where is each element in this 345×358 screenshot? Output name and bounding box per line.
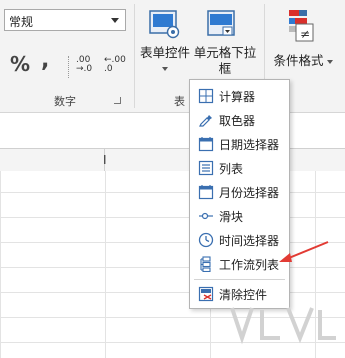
annotation-arrow — [279, 241, 329, 262]
svg-text:≠: ≠ — [300, 27, 310, 41]
percent-button[interactable]: % — [10, 52, 30, 76]
cell-dropdown-label-line1: 单元格下拉 — [193, 45, 257, 60]
menu-item-date-picker[interactable]: 日期选择器 — [190, 132, 289, 156]
cell-dropdown-label-line2: 框 — [218, 61, 232, 76]
calendar-icon — [198, 137, 214, 152]
divider — [68, 56, 70, 78]
conditional-format-text: 条件格式 — [273, 53, 324, 68]
color-picker-icon — [199, 115, 212, 127]
list-icon — [198, 160, 214, 176]
form-control-icon — [149, 10, 180, 39]
number-format-select[interactable]: 常规 — [4, 9, 126, 31]
conditional-format-label: 条件格式 — [272, 52, 334, 69]
conditional-format-button[interactable]: ≠ 条件格式 — [270, 4, 334, 76]
menu-item-label: 月份选择器 — [219, 186, 280, 200]
increase-decimal-bottom: →.0 — [76, 64, 93, 74]
menu-item-label: 日期选择器 — [219, 138, 280, 152]
slider-icon — [199, 212, 213, 220]
chevron-down-icon — [326, 59, 333, 64]
conditional-format-icon: ≠ — [289, 10, 314, 42]
group-divider — [134, 4, 135, 108]
decrease-decimal-button[interactable]: ←.00 .0 — [104, 56, 126, 74]
form-controls-menu: 计算器 取色器 日期选择器 列表 月份选择器 滑块 时间选择器 工作流列表 清除… — [189, 79, 290, 309]
calculator-icon — [198, 88, 214, 104]
number-group-label: 数字 — [54, 95, 76, 108]
watermark-logo — [230, 307, 336, 345]
dialog-launcher-icon[interactable] — [114, 97, 121, 104]
form-controls-button[interactable]: 表单控件 — [140, 4, 190, 76]
decrease-decimal-bottom: .0 — [104, 64, 113, 74]
cell-dropdown-button[interactable]: 单元格下拉 框 — [194, 4, 256, 76]
menu-item-label: 滑块 — [219, 210, 244, 224]
menu-item-calculator[interactable]: 计算器 — [190, 84, 289, 108]
clear-control-icon — [198, 286, 214, 302]
increase-decimal-button[interactable]: .00 →.0 — [76, 56, 92, 74]
menu-item-label: 计算器 — [219, 90, 256, 104]
form-group-label: 表 — [174, 95, 185, 108]
cell-dropdown-icon — [207, 10, 235, 36]
menu-item-label: 取色器 — [219, 114, 256, 128]
form-controls-label: 表单控件 — [139, 45, 190, 60]
chevron-down-icon — [111, 18, 119, 23]
menu-item-label: 列表 — [219, 162, 244, 176]
column-header-row: I — [0, 148, 345, 172]
chevron-down-icon — [162, 67, 168, 71]
menu-separator — [194, 279, 285, 280]
workflow-icon — [200, 256, 211, 272]
menu-item-color-picker[interactable]: 取色器 — [190, 108, 289, 132]
comma-style-button[interactable]: , — [41, 48, 49, 73]
clock-icon — [198, 232, 214, 248]
month-calendar-icon — [198, 185, 214, 200]
menu-item-month-picker[interactable]: 月份选择器 — [190, 180, 289, 204]
number-format-value: 常规 — [9, 15, 34, 29]
menu-item-list[interactable]: 列表 — [190, 156, 289, 180]
column-header-label: I — [103, 153, 107, 167]
menu-item-slider[interactable]: 滑块 — [190, 204, 289, 228]
formula-bar-area — [0, 113, 345, 145]
